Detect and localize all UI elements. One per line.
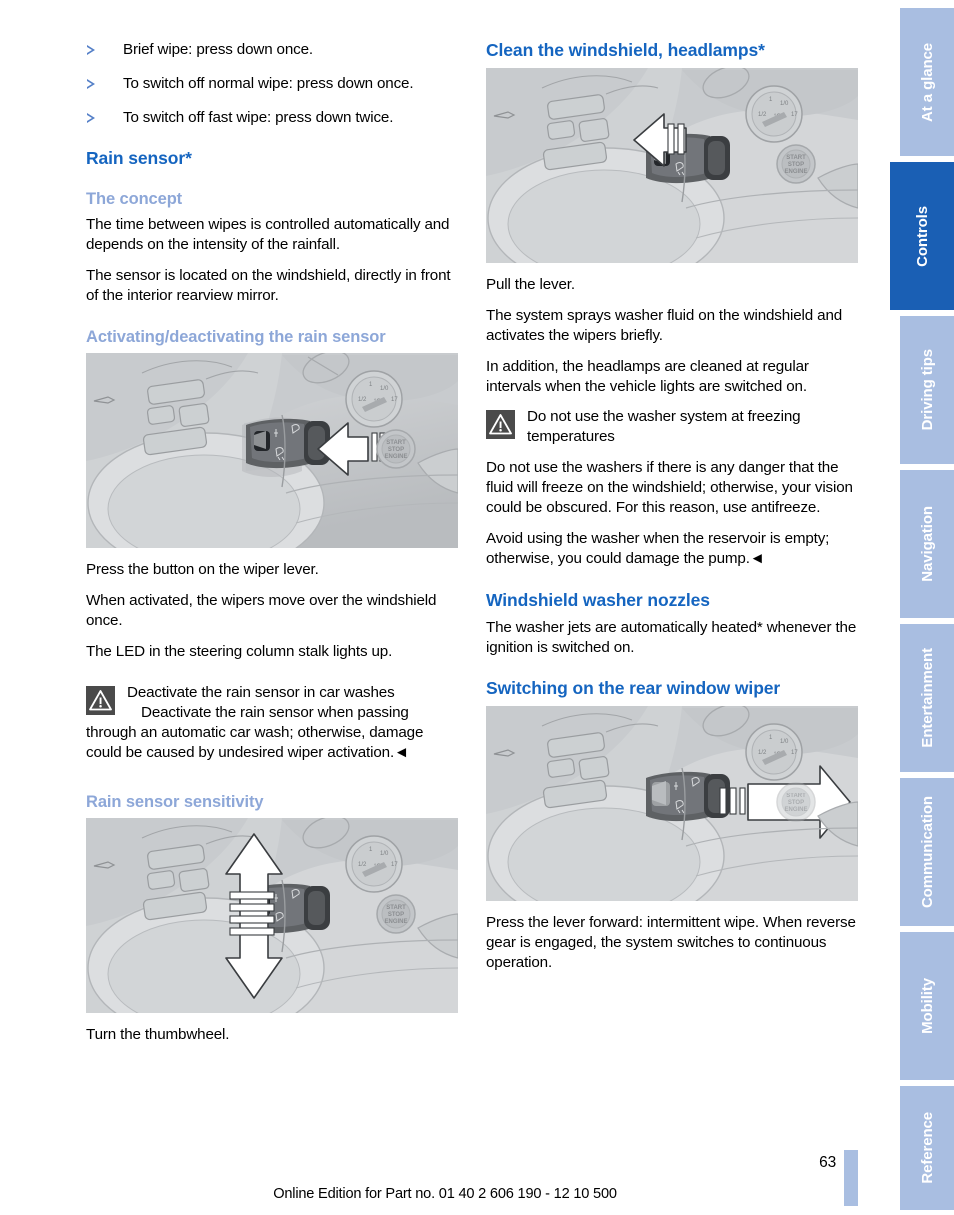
freezing-warning-paragraph-1: Do not use the washers if there is any d… (486, 459, 853, 517)
clean-paragraph-1: Pull the lever. (486, 275, 575, 293)
svg-text:17: 17 (391, 862, 398, 868)
chapter-tab-rail: At a glance Controls Driving tips Naviga… (890, 0, 954, 1215)
triangle-bullet-icon (87, 78, 95, 89)
section-heading-rain-sensor: Rain sensor* (86, 147, 192, 168)
wiper-instruction-list: Brief wipe: press down once. To switch o… (86, 40, 458, 128)
activating-paragraph-1: Press the button on the wiper lever. (86, 561, 319, 579)
svg-text:1/0: 1/0 (780, 101, 789, 107)
figure-pull-lever-left-arrow: 11/0 1/2°C17 (486, 67, 858, 263)
svg-text:1/2: 1/2 (758, 750, 767, 756)
section-heading-rear-window-wiper: Switching on the rear window wiper (486, 678, 781, 699)
freezing-warning-paragraph-2: Avoid using the washer when the reservoi… (486, 529, 830, 567)
tab-label: Driving tips (918, 349, 936, 431)
svg-text:START: START (386, 905, 406, 911)
svg-text:1/0: 1/0 (380, 851, 389, 857)
svg-text:START: START (386, 440, 406, 446)
svg-text:STOP: STOP (388, 912, 404, 918)
warning-title: Do not use the washer system at freezing… (527, 408, 801, 446)
svg-text:STOP: STOP (788, 800, 804, 806)
svg-text:17: 17 (791, 112, 798, 118)
activating-paragraph-3: The LED in the steering column stalk lig… (86, 643, 393, 661)
tab-label: Communication (918, 795, 936, 909)
clean-paragraph-3: In addition, the headlamps are cleaned a… (486, 357, 809, 395)
tab-label: Mobility (918, 978, 936, 1034)
tab-label: At a glance (918, 42, 936, 122)
list-item: To switch off fast wipe: press down twic… (86, 108, 458, 128)
concept-paragraph-2: The sensor is located on the windshield,… (86, 267, 451, 304)
figure-lever-forward-right-arrow: 11/0 1/2°C17 (486, 706, 858, 902)
svg-text:START: START (786, 155, 806, 161)
svg-text:STOP: STOP (388, 447, 404, 453)
list-item-label: To switch off fast wipe: press down twic… (123, 108, 394, 126)
warning-block-car-wash: Deactivate the rain sensor in car washes… (86, 683, 458, 763)
svg-text:STOP: STOP (788, 162, 804, 168)
subsection-heading-the-concept: The concept (86, 189, 183, 208)
warning-block-freezing: Do not use the washer system at freezing… (486, 407, 858, 447)
svg-text:1/2: 1/2 (358, 397, 367, 403)
nozzles-paragraph-1: The washer jets are automatically heated… (486, 618, 857, 656)
svg-text:17: 17 (391, 397, 398, 403)
figure-wiper-lever-button-left-arrow: 11/0 1/2°C17 (86, 353, 458, 549)
tab-driving-tips[interactable]: Driving tips (900, 316, 954, 464)
warning-title: Deactivate the rain sensor in car washes (127, 684, 395, 702)
tab-controls[interactable]: Controls (890, 162, 954, 310)
tab-label: Reference (918, 1112, 936, 1184)
page-number: 63 (819, 1154, 836, 1171)
svg-text:ENGINE: ENGINE (784, 807, 807, 813)
tab-mobility[interactable]: Mobility (900, 932, 954, 1080)
tab-label: Entertainment (918, 648, 936, 748)
svg-text:ENGINE: ENGINE (384, 919, 407, 925)
activating-paragraph-2: When activated, the wipers move over the… (86, 592, 437, 630)
rear-wiper-paragraph-1: Press the lever forward: intermittent wi… (486, 914, 856, 972)
svg-text:17: 17 (791, 750, 798, 756)
section-heading-clean-windshield: Clean the windshield, headlamps* (486, 40, 765, 60)
manual-page: Brief wipe: press down once. To switch o… (0, 0, 954, 1215)
tab-label: Controls (913, 205, 931, 267)
warning-body: Deactivate the rain sensor when passing … (86, 704, 424, 761)
tab-communication[interactable]: Communication (900, 778, 954, 926)
tab-label: Navigation (918, 506, 936, 582)
svg-text:ENGINE: ENGINE (384, 454, 407, 460)
figure-thumbwheel-up-down-arrow: 11/0 1/2°C17 (86, 818, 458, 1014)
svg-text:1/2: 1/2 (758, 112, 767, 118)
svg-text:ENGINE: ENGINE (784, 169, 807, 175)
svg-text:1/0: 1/0 (380, 386, 389, 392)
svg-text:START: START (786, 793, 806, 799)
list-item-label: To switch off normal wipe: press down on… (123, 74, 414, 92)
tab-reference[interactable]: Reference (900, 1086, 954, 1210)
subsection-heading-activating-rain-sensor: Activating/deactivating the rain sensor (86, 327, 386, 346)
tab-entertainment[interactable]: Entertainment (900, 624, 954, 772)
list-item: Brief wipe: press down once. (86, 40, 458, 60)
svg-text:1/0: 1/0 (780, 739, 789, 745)
left-column: Brief wipe: press down once. To switch o… (86, 40, 458, 1056)
sensitivity-paragraph-1: Turn the thumbwheel. (86, 1026, 230, 1044)
tab-at-a-glance[interactable]: At a glance (900, 8, 954, 156)
list-item-label: Brief wipe: press down once. (123, 41, 313, 58)
footer-edition-text: Online Edition for Part no. 01 40 2 606 … (273, 1186, 617, 1202)
warning-triangle-icon (486, 410, 515, 440)
tab-navigation[interactable]: Navigation (900, 470, 954, 618)
triangle-bullet-icon (87, 45, 95, 55)
section-heading-washer-nozzles: Windshield washer nozzles (486, 589, 710, 610)
clean-paragraph-2: The system sprays washer fluid on the wi… (486, 306, 843, 344)
right-column: Clean the windshield, headlamps* 1 1/0 1… (486, 40, 858, 984)
svg-text:1/2: 1/2 (358, 862, 367, 868)
triangle-bullet-icon (87, 112, 95, 123)
concept-paragraph-1: The time between wipes is controlled aut… (86, 216, 450, 254)
subsection-heading-rain-sensor-sensitivity: Rain sensor sensitivity (86, 792, 264, 811)
list-item: To switch off normal wipe: press down on… (86, 74, 458, 94)
warning-triangle-icon (86, 686, 115, 716)
